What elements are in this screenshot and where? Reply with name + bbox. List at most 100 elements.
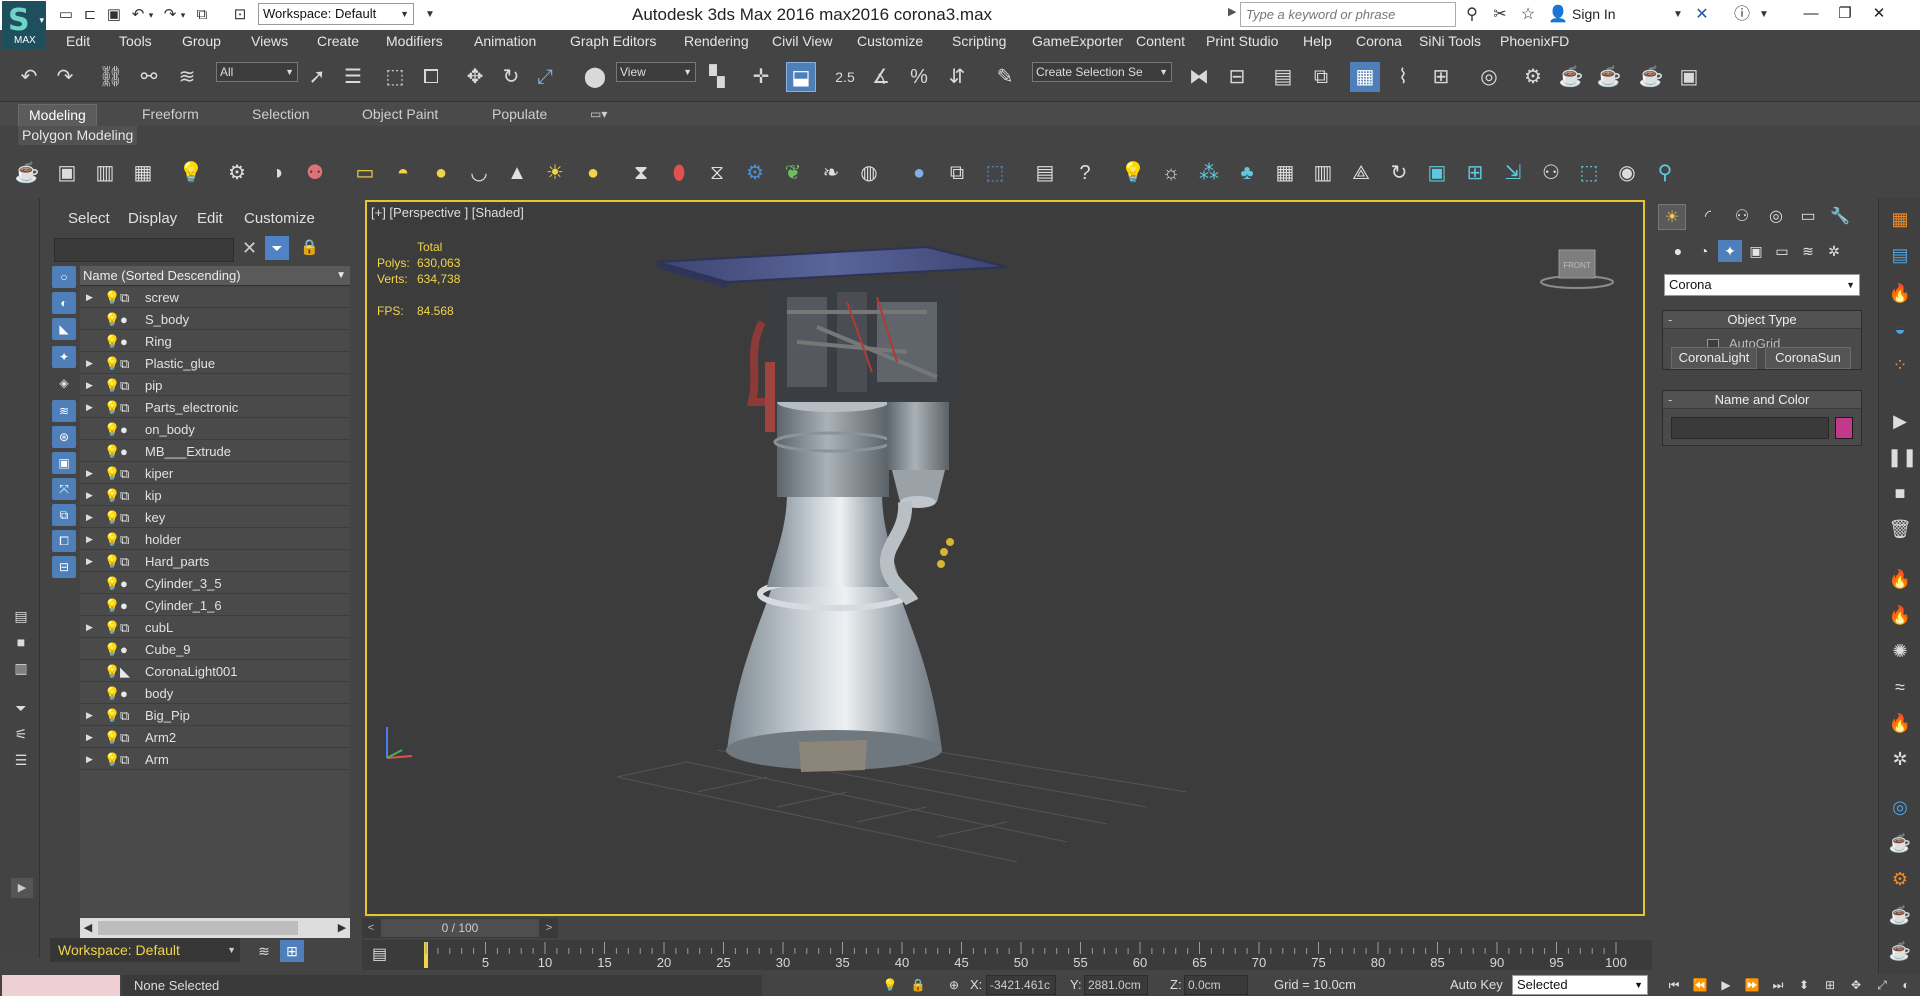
- save-file-icon[interactable]: ▣: [102, 4, 126, 26]
- tab-selection[interactable]: Selection: [242, 104, 320, 126]
- display-containers-icon[interactable]: ⧠: [52, 530, 76, 552]
- display-tab-icon[interactable]: ▭: [1794, 204, 1822, 230]
- hierarchy-toggle-icon[interactable]: ⊞: [280, 940, 304, 962]
- plane-icon[interactable]: ▭: [350, 158, 380, 188]
- list-item[interactable]: 💡 ◣ CoronaLight001: [80, 661, 350, 682]
- tab-modeling[interactable]: Modeling: [18, 104, 97, 126]
- display-spacewarps-icon[interactable]: ⊛: [52, 426, 76, 448]
- display-shapes-icon[interactable]: ◣: [52, 318, 76, 340]
- next-key-icon[interactable]: ⏩: [1742, 976, 1762, 994]
- archive-icon[interactable]: ▤: [1030, 158, 1060, 188]
- horizontal-scrollbar[interactable]: ◀ ▶: [80, 918, 350, 938]
- list-item[interactable]: ▶ 💡 ⧉ Arm: [80, 749, 350, 770]
- visibility-bulb-icon[interactable]: 💡: [104, 683, 120, 704]
- expand-arrow-icon[interactable]: ▶: [86, 617, 93, 638]
- curve-editor-icon[interactable]: ⌇: [1388, 62, 1418, 92]
- visibility-bulb-icon[interactable]: 💡: [104, 595, 120, 616]
- viewport-label-menu[interactable]: [+] [Perspective ] [Shaded]: [371, 205, 524, 220]
- se-menu-display[interactable]: Display: [128, 210, 177, 227]
- visibility-bulb-icon[interactable]: 💡: [104, 661, 120, 682]
- render-setup-icon[interactable]: ⚙: [1518, 62, 1548, 92]
- window-crossing-icon[interactable]: ⧠: [416, 62, 446, 92]
- close-icon[interactable]: ✕: [1862, 0, 1896, 28]
- render-iterative-icon[interactable]: ☕: [1636, 62, 1666, 92]
- menu-create[interactable]: Create: [317, 33, 359, 49]
- orbit-icon[interactable]: ◐: [1896, 976, 1916, 994]
- fire-source-icon[interactable]: 🔥: [1887, 280, 1913, 306]
- visibility-bulb-icon[interactable]: 💡: [104, 551, 120, 572]
- light-lister-icon[interactable]: 💡: [176, 158, 206, 188]
- turbulence-icon[interactable]: ✲: [1887, 746, 1913, 772]
- key-mode-icon[interactable]: ⬍: [1794, 976, 1814, 994]
- app-menu-button[interactable]: S MAX ▾: [2, 1, 46, 49]
- list-item[interactable]: ▶ 💡 ⧉ kiper: [80, 463, 350, 484]
- render-online-icon[interactable]: ▣: [1674, 62, 1704, 92]
- nodes-icon[interactable]: ⚇: [1536, 158, 1566, 188]
- lock-selection-icon[interactable]: 🔒: [908, 976, 928, 994]
- list-item[interactable]: 💡 ● Cube_9: [80, 639, 350, 660]
- display-none-icon[interactable]: ○: [52, 266, 76, 288]
- box-white-icon[interactable]: ■: [11, 632, 31, 652]
- lights-icon[interactable]: ✦: [1718, 240, 1742, 262]
- tab-freeform[interactable]: Freeform: [132, 104, 209, 126]
- lens-icon[interactable]: ◑: [262, 158, 292, 188]
- select-by-name-icon[interactable]: ☰: [338, 62, 368, 92]
- perspective-viewport[interactable]: [+] [Perspective ] [Shaded] Total Polys:…: [365, 200, 1645, 916]
- mirror-icon[interactable]: ⧓: [1184, 62, 1214, 92]
- spacewarps-icon[interactable]: ≋: [1796, 240, 1820, 262]
- motion-tab-icon[interactable]: ◎: [1762, 204, 1790, 230]
- teapot-icon[interactable]: ☕: [12, 158, 42, 188]
- visibility-bulb-icon[interactable]: 💡: [104, 529, 120, 550]
- lightbulb-icon[interactable]: 💡: [1118, 158, 1148, 188]
- visibility-bulb-icon[interactable]: 💡: [104, 309, 120, 330]
- redo-icon[interactable]: ↷: [50, 62, 80, 92]
- list-item[interactable]: 💡 ● on_body: [80, 419, 350, 440]
- z-coordinate-field[interactable]: 0.0cm: [1184, 975, 1248, 995]
- edit-named-selection-icon[interactable]: ✎: [990, 62, 1020, 92]
- undo-dropdown-icon[interactable]: ▾: [145, 4, 157, 26]
- list-item[interactable]: 💡 ● MB___Extrude: [80, 441, 350, 462]
- liquid-source-icon[interactable]: ◒: [1887, 316, 1913, 342]
- track-bar[interactable]: ▤ 5 10 15 20 25 30 35 40 45 50 55 60 65 70 75 80 85 90 95 1…: [362, 940, 1652, 970]
- previous-frame-icon[interactable]: <: [362, 918, 380, 938]
- rectangular-selection-icon[interactable]: ⬚: [380, 62, 410, 92]
- document-icon[interactable]: ▤: [11, 606, 31, 626]
- select-object-icon[interactable]: ➚: [302, 62, 332, 92]
- move-icon[interactable]: ✥: [460, 62, 490, 92]
- expand-arrow-icon[interactable]: ▶: [86, 705, 93, 726]
- binoculars-icon[interactable]: ⚲: [1460, 3, 1484, 27]
- phoenix-fire-icon[interactable]: ▦: [1887, 206, 1913, 232]
- render-production-icon[interactable]: ☕: [1594, 62, 1624, 92]
- visibility-bulb-icon[interactable]: 💡: [104, 507, 120, 528]
- link-icon[interactable]: ⛓: [96, 62, 126, 92]
- expand-arrow-icon[interactable]: ▶: [86, 529, 93, 550]
- hemisphere-icon[interactable]: ◓: [388, 158, 418, 188]
- visibility-bulb-icon[interactable]: 💡: [104, 287, 120, 308]
- expand-panel-icon[interactable]: ▶: [11, 878, 33, 898]
- box-icon[interactable]: ⬚: [1574, 158, 1604, 188]
- se-menu-select[interactable]: Select: [68, 210, 110, 227]
- hierarchy-tab-icon[interactable]: ⚇: [1728, 204, 1756, 230]
- visibility-bulb-icon[interactable]: 💡: [104, 397, 120, 418]
- modify-tab-icon[interactable]: ◜: [1694, 204, 1722, 230]
- list-item[interactable]: ▶ 💡 ⧉ pip: [80, 375, 350, 396]
- list-item[interactable]: 💡 ● body: [80, 683, 350, 704]
- eye-icon[interactable]: ◉: [1612, 158, 1642, 188]
- undo-icon[interactable]: ↶: [14, 62, 44, 92]
- menu-content[interactable]: Content: [1136, 33, 1185, 49]
- water-icon[interactable]: ◎: [1887, 794, 1913, 820]
- fur-icon[interactable]: ⬮: [664, 158, 694, 188]
- gear-orange-icon[interactable]: ⚙: [1887, 866, 1913, 892]
- layers-icon[interactable]: ⧉: [942, 158, 972, 188]
- list-item[interactable]: ▶ 💡 ⧉ Big_Pip: [80, 705, 350, 726]
- sphere-texture-icon[interactable]: ◍: [854, 158, 884, 188]
- trash-icon[interactable]: 🗑: [1887, 516, 1913, 542]
- stop-icon[interactable]: ■: [1887, 480, 1913, 506]
- display-lights-icon[interactable]: ✦: [52, 346, 76, 368]
- help-circle-icon[interactable]: ?: [1070, 158, 1100, 188]
- render-frame-icon[interactable]: ▣: [52, 158, 82, 188]
- search-expand-icon[interactable]: ▶: [1228, 5, 1236, 18]
- cup-red-icon[interactable]: ☕: [1887, 902, 1913, 928]
- gear-icon[interactable]: ⚙: [740, 158, 770, 188]
- hair-farm-icon[interactable]: ❧: [816, 158, 846, 188]
